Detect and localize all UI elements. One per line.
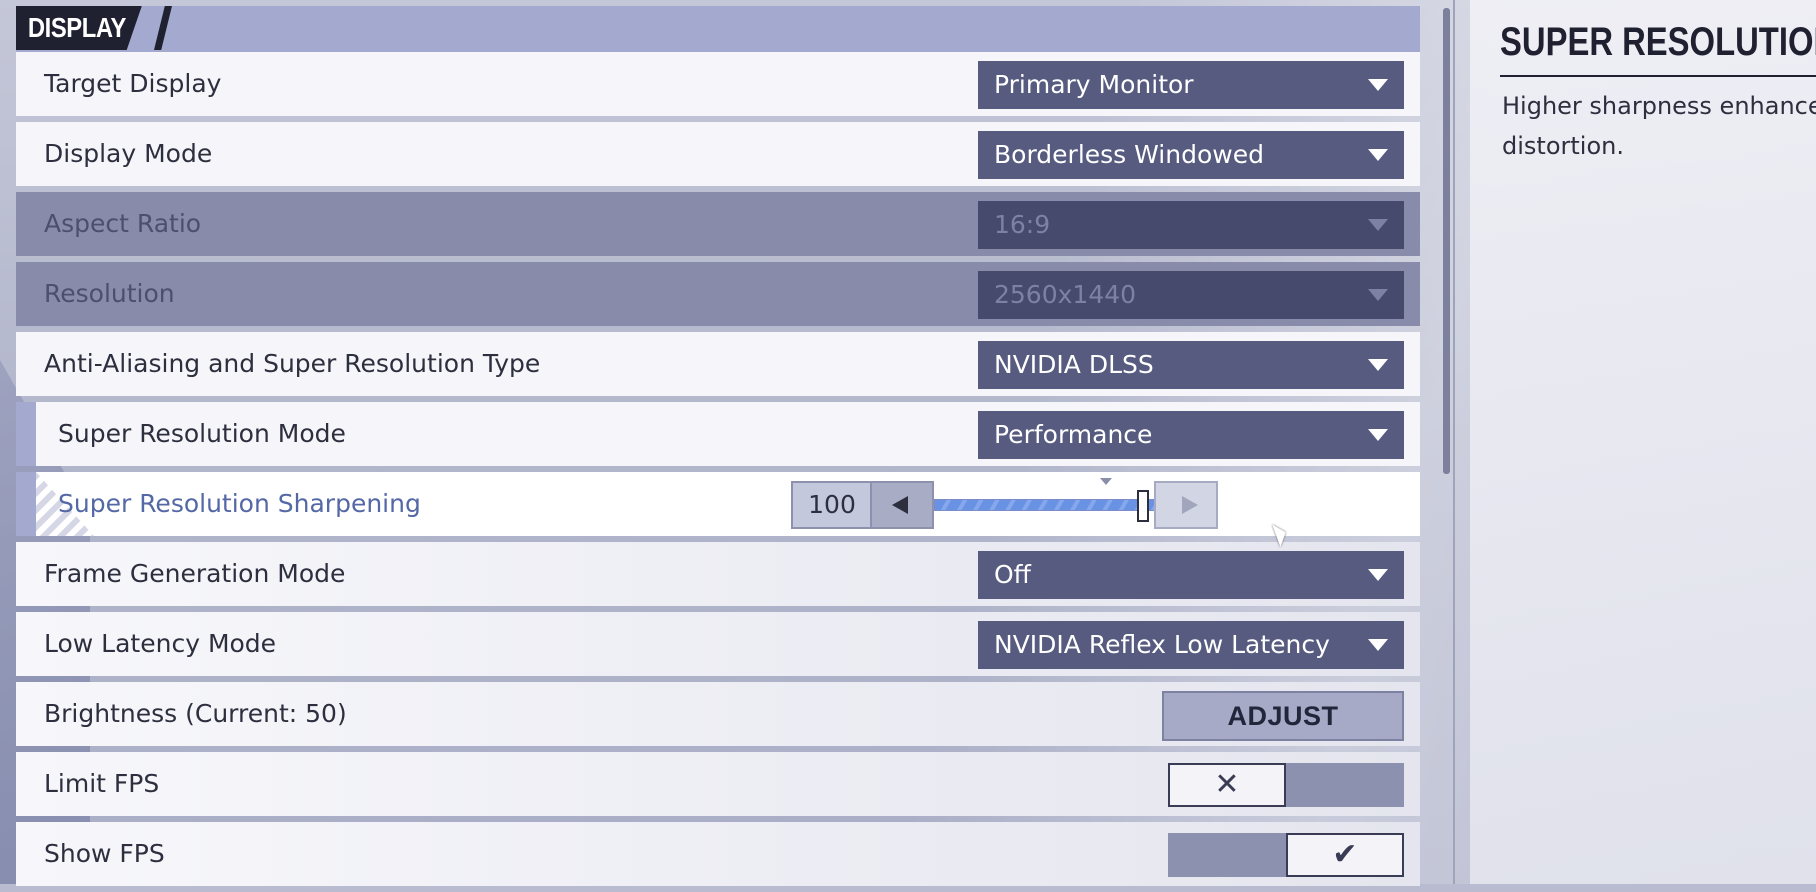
setting-label: Aspect Ratio bbox=[44, 209, 202, 238]
info-title: SUPER RESOLUTION S bbox=[1500, 20, 1816, 64]
info-divider bbox=[1500, 75, 1816, 77]
settings-list: Target Display Primary Monitor Display M… bbox=[16, 52, 1420, 892]
setting-label: Frame Generation Mode bbox=[44, 559, 346, 588]
setting-label: Target Display bbox=[44, 69, 222, 98]
chevron-down-icon bbox=[1368, 639, 1388, 651]
brightness-adjust-button[interactable]: ADJUST bbox=[1162, 691, 1404, 741]
info-description-line: Higher sharpness enhances bbox=[1502, 92, 1816, 120]
setting-label: Resolution bbox=[44, 279, 175, 308]
section-title: DISPLAY bbox=[16, 6, 142, 50]
show-fps-toggle[interactable]: ✔ bbox=[1168, 833, 1404, 877]
section-header-strip bbox=[16, 6, 1420, 52]
setting-row-resolution: Resolution 2560x1440 bbox=[16, 262, 1420, 326]
setting-row-show-fps[interactable]: Show FPS ✔ bbox=[16, 822, 1420, 886]
setting-row-target-display[interactable]: Target Display Primary Monitor bbox=[16, 52, 1420, 116]
aspect-ratio-dropdown: 16:9 bbox=[978, 201, 1404, 249]
sharpening-slider-thumb[interactable] bbox=[1137, 490, 1149, 522]
info-panel: SUPER RESOLUTION S Higher sharpness enha… bbox=[1470, 0, 1816, 884]
setting-row-low-latency[interactable]: Low Latency Mode NVIDIA Reflex Low Laten… bbox=[16, 612, 1420, 676]
setting-label: Show FPS bbox=[44, 839, 165, 868]
dropdown-value: Performance bbox=[994, 420, 1153, 449]
info-description: Higher sharpness enhances distortion. bbox=[1502, 86, 1816, 166]
sub-setting-indent-bar bbox=[16, 402, 36, 466]
info-description-line: distortion. bbox=[1502, 132, 1624, 160]
setting-label: Super Resolution Mode bbox=[58, 419, 346, 448]
setting-row-limit-fps[interactable]: Limit FPS ✕ bbox=[16, 752, 1420, 816]
chevron-down-icon bbox=[1368, 359, 1388, 371]
sharpening-value-box[interactable]: 100 bbox=[791, 481, 873, 529]
slider-increase-button[interactable] bbox=[1154, 481, 1218, 529]
sub-setting-indent-bar bbox=[16, 472, 36, 536]
settings-scrollbar[interactable] bbox=[1443, 8, 1450, 474]
dropdown-value: NVIDIA DLSS bbox=[994, 350, 1154, 379]
setting-row-super-resolution-mode[interactable]: Super Resolution Mode Performance bbox=[16, 402, 1420, 466]
frame-generation-dropdown[interactable]: Off bbox=[978, 551, 1404, 599]
setting-row-display-mode[interactable]: Display Mode Borderless Windowed bbox=[16, 122, 1420, 186]
close-icon: ✕ bbox=[1168, 763, 1286, 807]
setting-label: Anti-Aliasing and Super Resolution Type bbox=[44, 349, 541, 378]
chevron-down-icon bbox=[1368, 149, 1388, 161]
anti-aliasing-dropdown[interactable]: NVIDIA DLSS bbox=[978, 341, 1404, 389]
dropdown-value: NVIDIA Reflex Low Latency bbox=[994, 630, 1330, 659]
scroll-track bbox=[1453, 0, 1455, 884]
setting-label: Super Resolution Sharpening bbox=[58, 489, 421, 518]
dropdown-value: 2560x1440 bbox=[994, 280, 1137, 309]
setting-label: Limit FPS bbox=[44, 769, 160, 798]
super-resolution-mode-dropdown[interactable]: Performance bbox=[978, 411, 1404, 459]
resolution-dropdown: 2560x1440 bbox=[978, 271, 1404, 319]
chevron-down-icon bbox=[1368, 429, 1388, 441]
dropdown-value: Primary Monitor bbox=[994, 70, 1194, 99]
setting-row-aspect-ratio: Aspect Ratio 16:9 bbox=[16, 192, 1420, 256]
checkmark-icon: ✔ bbox=[1286, 833, 1404, 877]
slider-decrease-button[interactable] bbox=[870, 481, 934, 529]
chevron-down-icon bbox=[1368, 569, 1388, 581]
dropdown-value: 16:9 bbox=[994, 210, 1051, 239]
dropdown-value: Off bbox=[994, 560, 1031, 589]
setting-row-anti-aliasing[interactable]: Anti-Aliasing and Super Resolution Type … bbox=[16, 332, 1420, 396]
setting-row-frame-generation[interactable]: Frame Generation Mode Off bbox=[16, 542, 1420, 606]
setting-label: Display Mode bbox=[44, 139, 213, 168]
dropdown-value: Borderless Windowed bbox=[994, 140, 1264, 169]
limit-fps-toggle[interactable]: ✕ bbox=[1168, 763, 1404, 807]
low-latency-dropdown[interactable]: NVIDIA Reflex Low Latency bbox=[978, 621, 1404, 669]
chevron-down-icon bbox=[1368, 289, 1388, 301]
target-display-dropdown[interactable]: Primary Monitor bbox=[978, 61, 1404, 109]
chevron-down-icon bbox=[1368, 219, 1388, 231]
display-settings-panel: DISPLAY Target Display Primary Monitor D… bbox=[16, 6, 1420, 886]
setting-row-brightness[interactable]: Brightness (Current: 50) ADJUST bbox=[16, 682, 1420, 746]
slider-default-marker bbox=[1100, 478, 1112, 485]
setting-label: Low Latency Mode bbox=[44, 629, 277, 658]
chevron-down-icon bbox=[1368, 79, 1388, 91]
display-mode-dropdown[interactable]: Borderless Windowed bbox=[978, 131, 1404, 179]
setting-row-super-resolution-sharpening[interactable]: Super Resolution Sharpening 100 bbox=[16, 472, 1420, 536]
setting-label: Brightness (Current: 50) bbox=[44, 699, 347, 728]
